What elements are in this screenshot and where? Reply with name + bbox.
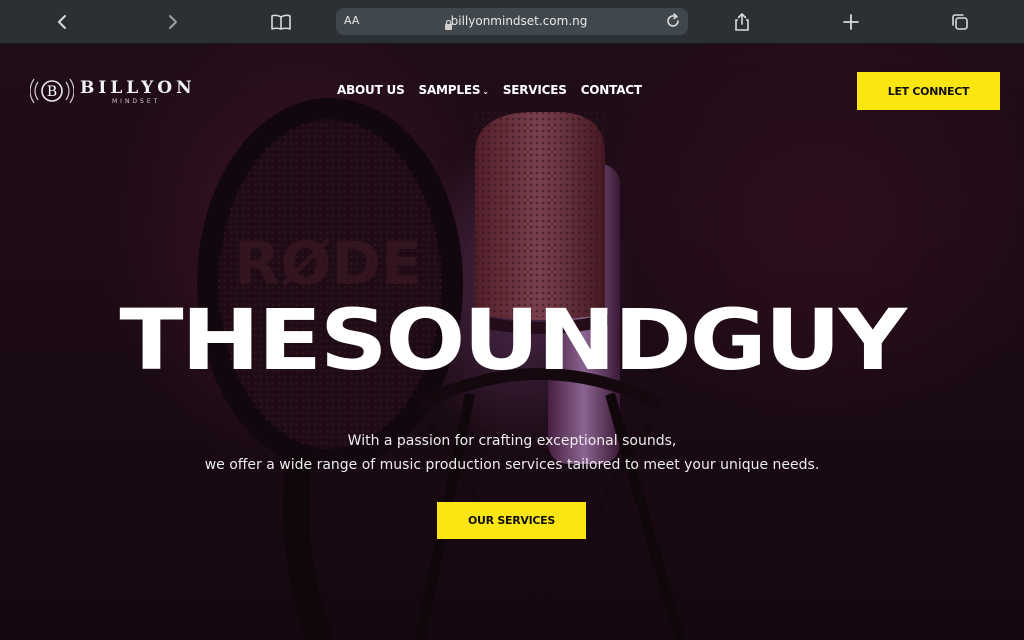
url-text: billyonmindset.com.ng bbox=[450, 14, 588, 28]
nav-services[interactable]: SERVICES bbox=[503, 83, 567, 97]
site-logo[interactable]: B BILLYON MINDSET bbox=[30, 74, 192, 108]
forward-icon[interactable] bbox=[158, 8, 186, 36]
hero-section: RØDE B BILLYON MINDSET ABOUT US SAMPLES ⌄… bbox=[0, 44, 1024, 640]
tabs-icon[interactable] bbox=[946, 8, 974, 36]
chevron-down-icon: ⌄ bbox=[482, 87, 489, 96]
nav-about-us[interactable]: ABOUT US bbox=[337, 83, 405, 97]
main-nav: ABOUT US SAMPLES ⌄ SERVICES CONTACT bbox=[337, 83, 642, 97]
logo-wordmark: BILLYON bbox=[80, 78, 196, 98]
nav-samples-label: SAMPLES bbox=[418, 83, 481, 97]
back-icon[interactable] bbox=[49, 8, 77, 36]
nav-samples[interactable]: SAMPLES ⌄ bbox=[419, 83, 489, 97]
address-bar[interactable]: AA billyonmindset.com.ng bbox=[336, 8, 688, 35]
hero-headline: THESOUNDGUY bbox=[119, 291, 906, 389]
let-connect-button[interactable]: LET CONNECT bbox=[857, 72, 1000, 110]
share-icon[interactable] bbox=[728, 8, 756, 36]
browser-toolbar: AA billyonmindset.com.ng bbox=[0, 0, 1024, 44]
hero-tagline-line2: we offer a wide range of music productio… bbox=[204, 457, 820, 473]
nav-contact[interactable]: CONTACT bbox=[581, 83, 642, 97]
svg-text:B: B bbox=[47, 84, 57, 100]
hero-tagline-line1: With a passion for crafting exceptional … bbox=[347, 433, 677, 449]
logo-subtitle: MINDSET bbox=[112, 98, 161, 105]
bookmarks-icon[interactable] bbox=[267, 8, 295, 36]
logo-monogram-icon: B bbox=[30, 78, 74, 104]
new-tab-icon[interactable] bbox=[837, 8, 865, 36]
our-services-button[interactable]: OUR SERVICES bbox=[437, 502, 586, 539]
reload-icon[interactable] bbox=[664, 12, 682, 34]
